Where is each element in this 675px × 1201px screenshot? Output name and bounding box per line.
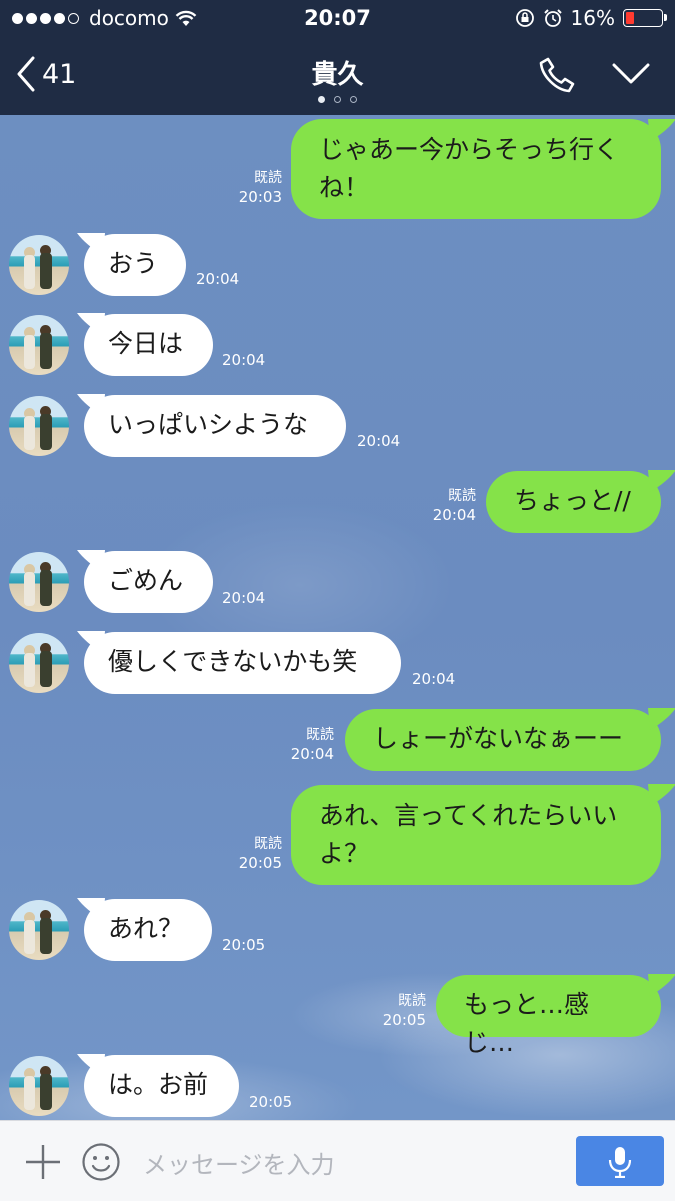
message-input-bar: メッセージを入力	[0, 1120, 675, 1201]
rotation-lock-icon	[515, 9, 534, 27]
avatar[interactable]	[9, 315, 69, 375]
outgoing-message-bubble[interactable]: もっと…感じ…	[436, 975, 661, 1057]
message-text-line: あれ、言ってくれたらいい	[319, 801, 618, 830]
message-time: 20:04	[412, 670, 456, 688]
message-text: おう	[108, 249, 159, 278]
bubble-tail	[648, 708, 675, 730]
battery-icon	[623, 9, 667, 27]
bubble-tail	[77, 313, 105, 335]
message-text: しょーがないなぁーー	[373, 724, 624, 753]
avatar[interactable]	[9, 900, 69, 960]
status-right-group: 16%	[515, 6, 667, 30]
bubble-tail	[77, 394, 105, 416]
bubble-tail	[77, 898, 105, 920]
bubble-tail	[77, 233, 105, 255]
message-text: いっぱいシような	[108, 410, 309, 439]
message-text-line: よ？	[319, 839, 370, 868]
battery-percent: 16%	[570, 6, 615, 30]
message-meta: 既読 20:03	[226, 169, 282, 207]
message-time: 20:03	[238, 188, 282, 206]
message-text: ごめん	[108, 566, 184, 595]
read-receipt: 既読	[448, 488, 476, 504]
outgoing-message-bubble[interactable]: しょーがないなぁーー	[345, 709, 661, 771]
phone-icon	[539, 57, 575, 93]
message-list[interactable]: 既読 20:03 じゃあー今からそっち行く ね！ おう 20:04 今日は 20…	[0, 115, 675, 1120]
bubble-tail	[648, 974, 675, 996]
message-text: ちょっと//	[514, 486, 631, 515]
incoming-message-bubble[interactable]: 優しくできないかも笑	[84, 632, 401, 694]
avatar[interactable]	[9, 633, 69, 693]
attach-button[interactable]	[24, 1143, 62, 1185]
message-time: 20:04	[196, 270, 240, 288]
message-time: 20:04	[222, 589, 266, 607]
message-meta: 既読 20:05	[370, 992, 426, 1030]
bubble-tail	[648, 784, 675, 806]
message-meta: 既読 20:05	[226, 835, 282, 873]
message-text-line: ね！	[319, 173, 370, 202]
read-receipt: 既読	[398, 993, 426, 1009]
outgoing-message-bubble[interactable]: じゃあー今からそっち行く ね！	[291, 119, 661, 219]
incoming-message-bubble[interactable]: いっぱいシような	[84, 395, 346, 457]
message-text: あれ？	[108, 914, 184, 943]
bubble-tail	[77, 550, 105, 572]
message-text: 優しくできないかも笑	[108, 647, 358, 676]
message-time: 20:04	[357, 432, 401, 450]
bubble-tail	[77, 631, 105, 653]
message-time: 20:05	[238, 854, 282, 872]
message-time: 20:05	[222, 936, 266, 954]
bubble-tail	[648, 470, 675, 492]
read-receipt: 既読	[254, 170, 282, 186]
chat-header: 41 貴久	[0, 38, 675, 115]
message-meta: 既読 20:04	[420, 487, 476, 525]
alarm-icon	[543, 9, 562, 27]
bubble-tail	[77, 1054, 105, 1076]
message-input[interactable]: メッセージを入力	[143, 1145, 335, 1180]
call-button[interactable]	[538, 56, 576, 98]
status-bar: docomo 20:07 16%	[0, 0, 675, 38]
avatar[interactable]	[9, 396, 69, 456]
outgoing-message-bubble[interactable]: ちょっと//	[486, 471, 661, 533]
message-meta: 既読 20:04	[278, 726, 334, 764]
avatar[interactable]	[9, 1056, 69, 1116]
emoji-button[interactable]	[81, 1142, 121, 1186]
read-receipt: 既読	[254, 836, 282, 852]
avatar[interactable]	[9, 235, 69, 295]
message-time: 20:05	[249, 1093, 293, 1111]
message-text: は。お前	[108, 1070, 209, 1099]
voice-button[interactable]	[576, 1136, 664, 1186]
message-time: 20:04	[222, 351, 266, 369]
message-text: 今日は	[108, 329, 184, 358]
menu-toggle-button[interactable]	[612, 62, 650, 90]
chevron-down-icon	[612, 63, 650, 84]
message-text: もっと…感じ…	[464, 990, 590, 1057]
avatar[interactable]	[9, 552, 69, 612]
read-receipt: 既読	[306, 727, 334, 743]
outgoing-message-bubble[interactable]: あれ、言ってくれたらいい よ？	[291, 785, 661, 885]
plus-icon	[26, 1145, 60, 1179]
message-text-line: じゃあー今からそっち行く	[319, 135, 620, 164]
incoming-message-bubble[interactable]: は。お前	[84, 1055, 239, 1117]
smiley-icon	[82, 1143, 120, 1181]
microphone-icon	[608, 1147, 632, 1178]
message-time: 20:04	[290, 745, 334, 763]
bubble-tail	[648, 119, 675, 141]
message-time: 20:04	[432, 506, 476, 524]
message-time: 20:05	[382, 1011, 426, 1029]
